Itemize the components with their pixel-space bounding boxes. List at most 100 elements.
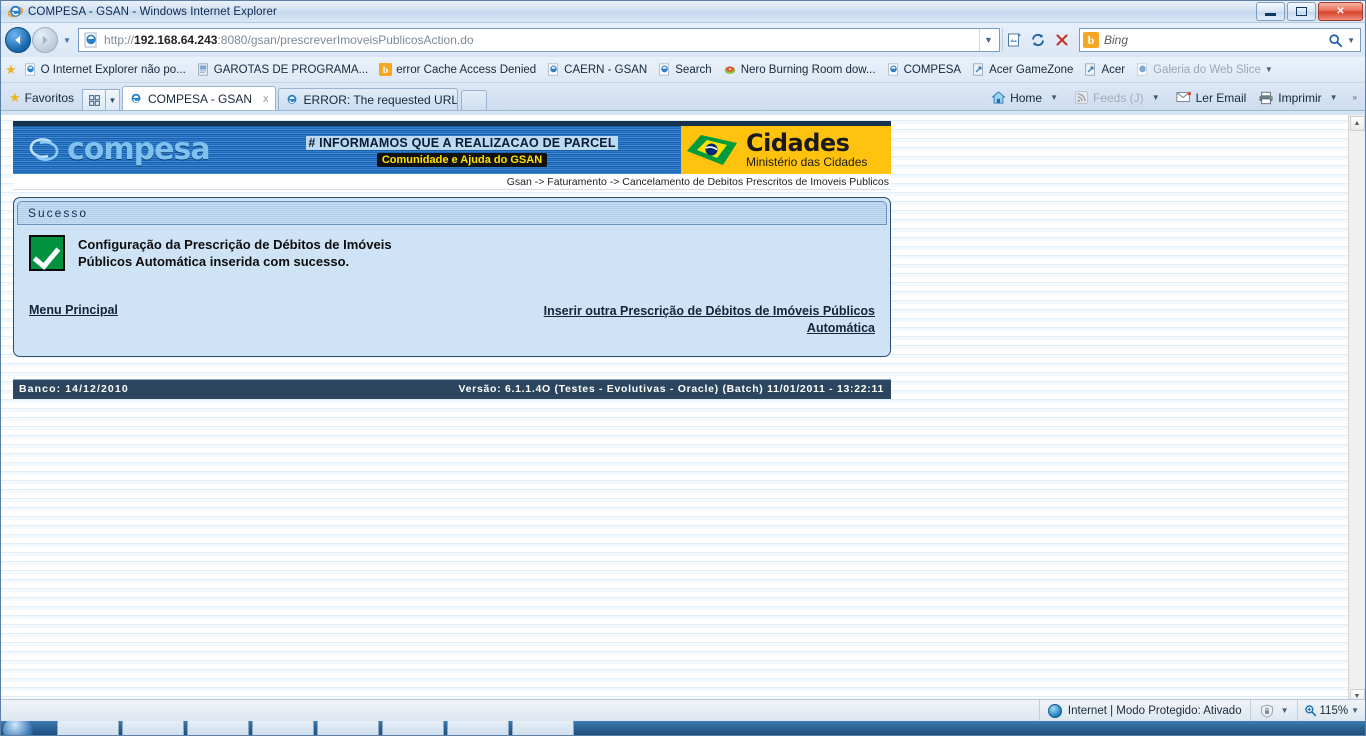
- link-bar-item[interactable]: CAERN - GSAN: [543, 62, 651, 77]
- read-mail-button[interactable]: Ler Email: [1171, 89, 1252, 107]
- star-icon: ★: [9, 90, 21, 106]
- scroll-up-button[interactable]: ▲: [1350, 116, 1365, 131]
- refresh-button[interactable]: [1026, 28, 1050, 52]
- chevron-down-icon[interactable]: ▼: [1265, 65, 1273, 74]
- home-icon: [991, 90, 1006, 105]
- chevron-down-icon[interactable]: ▼: [1281, 706, 1289, 715]
- link-bar-label: GAROTAS DE PROGRAMA...: [214, 64, 368, 76]
- link-bar-item[interactable]: O Internet Explorer não po...: [20, 62, 190, 77]
- start-orb-button[interactable]: [3, 721, 33, 735]
- link-bar-label: Acer GameZone: [989, 64, 1073, 76]
- marquee-message: # INFORMAMOS QUE A REALIZACAO DE PARCEL: [306, 136, 617, 150]
- command-bar-overflow-icon[interactable]: »: [1349, 93, 1361, 102]
- forward-button[interactable]: [32, 27, 58, 53]
- internet-explorer-window: COMPESA - GSAN - Windows Internet Explor…: [0, 0, 1366, 736]
- compesa-mark-icon: [27, 135, 61, 165]
- add-favorite-icon[interactable]: ★: [5, 62, 17, 78]
- security-zone-indicator[interactable]: Internet | Modo Protegido: Ativado: [1039, 700, 1250, 721]
- quick-tabs-dropdown-icon[interactable]: ▼: [106, 89, 120, 110]
- shield-lock-icon: [1259, 704, 1275, 718]
- success-message: Configuração da Prescrição de Débitos de…: [78, 235, 392, 271]
- taskbar-item[interactable]: [317, 721, 379, 735]
- chevron-down-icon[interactable]: ▼: [1148, 93, 1164, 102]
- link-bar-item[interactable]: Acer GameZone: [968, 62, 1077, 77]
- shortcut-icon: [972, 63, 985, 76]
- protected-mode-toggle[interactable]: ▼: [1250, 700, 1297, 721]
- link-bar-item[interactable]: Acer: [1080, 62, 1129, 77]
- link-bar-item-web-slice-gallery[interactable]: Galeria do Web Slice ▼: [1132, 62, 1277, 77]
- tab-close-icon[interactable]: x: [263, 93, 269, 105]
- compatibility-view-button[interactable]: [1002, 28, 1026, 52]
- link-bar-item[interactable]: COMPESA: [883, 62, 966, 77]
- taskbar-item[interactable]: [187, 721, 249, 735]
- menu-principal-link[interactable]: Menu Principal: [29, 303, 118, 317]
- recent-pages-caret-icon[interactable]: ▼: [60, 36, 74, 45]
- chevron-down-icon[interactable]: ▼: [1046, 93, 1062, 102]
- banco-label: Banco: 14/12/2010: [19, 383, 129, 395]
- zoom-magnifier-icon: [1304, 704, 1317, 717]
- print-button[interactable]: Imprimir ▼: [1253, 89, 1346, 107]
- checkmark-icon: [29, 235, 65, 271]
- restore-button[interactable]: [1287, 2, 1316, 21]
- ie-icon: [658, 63, 671, 76]
- zoom-control[interactable]: 115% ▼: [1297, 700, 1365, 721]
- tab-favicon-icon: [129, 92, 143, 106]
- close-button[interactable]: ✕: [1318, 2, 1363, 21]
- link-bar-label: Search: [675, 64, 711, 76]
- search-box[interactable]: b Bing ▼: [1079, 28, 1361, 52]
- link-bar-item[interactable]: b error Cache Access Denied: [375, 62, 540, 77]
- panel-links-row: Menu Principal Inserir outra Prescrição …: [29, 303, 875, 337]
- link-bar-item[interactable]: GAROTAS DE PROGRAMA...: [193, 62, 372, 77]
- tab-compesa-gsan[interactable]: COMPESA - GSAN x: [122, 86, 276, 110]
- back-button[interactable]: [5, 27, 31, 53]
- mail-icon: [1176, 91, 1192, 104]
- link-bar-label: CAERN - GSAN: [564, 64, 647, 76]
- taskbar-item[interactable]: [382, 721, 444, 735]
- compesa-logo: compesa: [13, 126, 243, 174]
- taskbar-item[interactable]: [122, 721, 184, 735]
- feeds-button[interactable]: Feeds (J) ▼: [1069, 88, 1169, 107]
- zoom-level-label: 115%: [1320, 705, 1349, 717]
- taskbar-item[interactable]: [57, 721, 119, 735]
- chevron-down-icon[interactable]: ▼: [1326, 93, 1342, 102]
- link-bar-item[interactable]: Search: [654, 62, 715, 77]
- window-controls: ✕: [1256, 2, 1363, 21]
- search-dropdown-icon[interactable]: ▼: [1347, 36, 1355, 45]
- search-go-icon[interactable]: [1328, 33, 1343, 48]
- compesa-wordmark: compesa: [67, 135, 210, 165]
- ministry-logo: Cidades Ministério das Cidades: [681, 126, 891, 174]
- home-label: Home: [1010, 91, 1042, 105]
- favorites-button[interactable]: ★ Favoritos: [5, 90, 82, 110]
- ie-icon: [1136, 63, 1149, 76]
- vertical-scrollbar[interactable]: ▲ ▼: [1348, 115, 1365, 705]
- home-button[interactable]: Home ▼: [986, 88, 1067, 107]
- page-icon: [197, 63, 210, 76]
- security-zone-label: Internet | Modo Protegido: Ativado: [1068, 705, 1242, 717]
- page-viewport: compesa # INFORMAMOS QUE A REALIZACAO DE…: [1, 115, 1365, 705]
- feeds-icon: [1074, 90, 1089, 105]
- window-title: COMPESA - GSAN - Windows Internet Explor…: [28, 6, 277, 18]
- tab-error-requested-url[interactable]: ERROR: The requested URL...: [278, 88, 458, 110]
- link-bar-label: error Cache Access Denied: [396, 64, 536, 76]
- status-bar: Internet | Modo Protegido: Ativado ▼ 1: [1, 699, 1365, 721]
- zoom-dropdown-icon[interactable]: ▼: [1351, 706, 1359, 715]
- search-input[interactable]: Bing: [1104, 33, 1128, 47]
- taskbar-item[interactable]: [252, 721, 314, 735]
- minimize-button[interactable]: [1256, 2, 1285, 21]
- inserir-outra-prescricao-link[interactable]: Inserir outra Prescrição de Débitos de I…: [505, 303, 875, 337]
- new-tab-button[interactable]: [461, 90, 487, 110]
- panel-header: Sucesso: [17, 201, 887, 225]
- title-bar: COMPESA - GSAN - Windows Internet Explor…: [1, 1, 1365, 23]
- address-dropdown-icon[interactable]: ▼: [979, 29, 997, 51]
- taskbar-item[interactable]: [512, 721, 574, 735]
- favorites-links-bar: ★ O Internet Explorer não po... GAROTAS …: [1, 57, 1365, 83]
- link-bar-item[interactable]: Nero Burning Room dow...: [719, 62, 880, 77]
- taskbar-item[interactable]: [447, 721, 509, 735]
- quick-tabs-button[interactable]: [82, 89, 106, 110]
- address-bar[interactable]: http://192.168.64.243:8080/gsan/prescrev…: [78, 28, 1000, 52]
- ministry-subtitle: Ministério das Cidades: [746, 156, 867, 169]
- stop-button[interactable]: [1050, 28, 1074, 52]
- ie-icon: [547, 63, 560, 76]
- read-mail-label: Ler Email: [1196, 91, 1247, 105]
- link-bar-label: Nero Burning Room dow...: [741, 64, 876, 76]
